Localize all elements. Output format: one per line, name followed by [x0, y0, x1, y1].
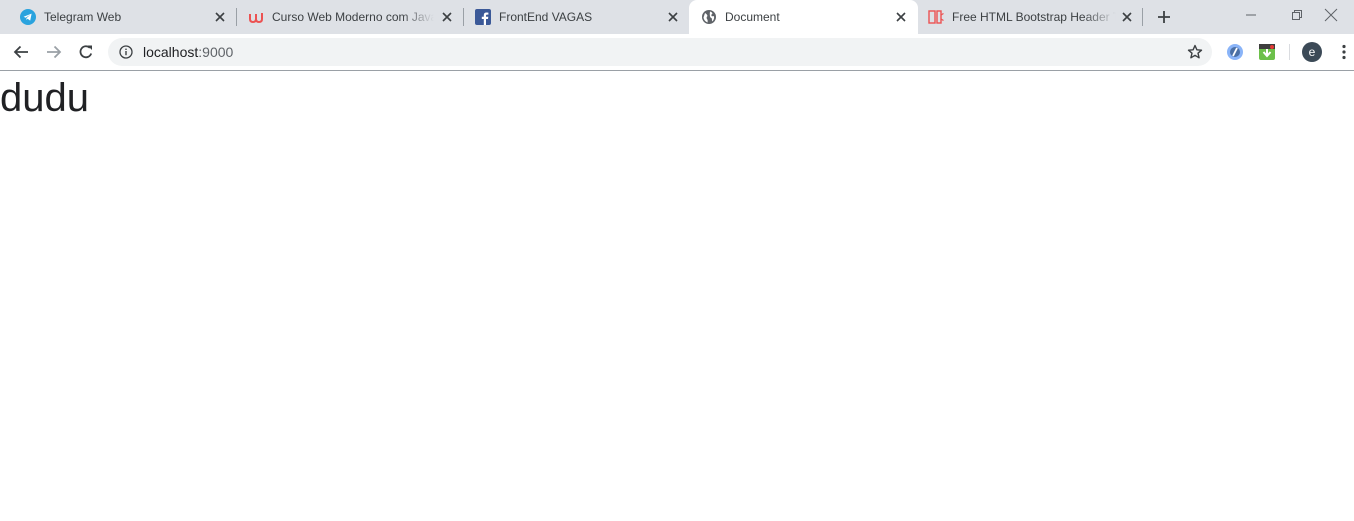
extension-blue-icon[interactable]	[1226, 43, 1244, 61]
window-close-button[interactable]	[1308, 0, 1354, 30]
back-button[interactable]	[7, 38, 35, 66]
url-port: :9000	[198, 44, 234, 60]
tab-facebook[interactable]: FrontEnd VAGAS	[463, 0, 689, 34]
close-icon[interactable]	[439, 9, 455, 25]
tab-templates[interactable]: Free HTML Bootstrap Header Templates	[918, 0, 1142, 34]
reload-icon	[79, 45, 93, 59]
url-host: localhost	[143, 44, 199, 60]
restore-icon	[1292, 10, 1302, 20]
address-bar[interactable]: localhost:9000	[108, 38, 1212, 66]
close-icon	[1324, 8, 1338, 22]
facebook-icon	[475, 9, 491, 25]
new-tab-button[interactable]	[1152, 5, 1176, 29]
tab-title: FrontEnd VAGAS	[499, 10, 593, 24]
close-icon[interactable]	[893, 9, 909, 25]
tab-title: Document	[725, 10, 780, 24]
toolbar-separator	[1289, 44, 1290, 60]
tab-separator	[1142, 8, 1143, 26]
udemy-icon	[248, 9, 264, 25]
browser-toolbar: localhost:9000 e	[0, 34, 1354, 71]
tab-telegram[interactable]: Telegram Web	[8, 0, 236, 34]
bookmark-star-icon[interactable]	[1186, 43, 1204, 61]
tab-strip: Telegram Web Curso Web Moderno com JavaS…	[0, 0, 1354, 34]
close-icon[interactable]	[212, 9, 228, 25]
telegram-icon	[20, 9, 36, 25]
address-url[interactable]: localhost:9000	[143, 38, 233, 66]
minimize-button[interactable]	[1228, 0, 1274, 30]
plus-icon	[1158, 11, 1170, 23]
extension-download-icon[interactable]	[1258, 43, 1276, 61]
globe-icon	[701, 9, 717, 25]
tab-title: Telegram Web	[44, 10, 122, 24]
arrow-left-icon	[13, 45, 28, 59]
close-icon[interactable]	[1119, 9, 1135, 25]
profile-avatar[interactable]: e	[1302, 42, 1322, 62]
page-viewport: dudu	[0, 71, 1354, 521]
close-icon[interactable]	[665, 9, 681, 25]
tab-udemy[interactable]: Curso Web Moderno com JavaScript	[236, 0, 463, 34]
tab-title: Free HTML Bootstrap Header Templates	[952, 10, 1116, 24]
reload-button[interactable]	[72, 38, 100, 66]
forward-button[interactable]	[40, 38, 68, 66]
template-icon	[928, 9, 944, 25]
menu-button[interactable]	[1336, 42, 1352, 62]
arrow-right-icon	[47, 45, 62, 59]
minimize-icon	[1246, 14, 1256, 16]
more-vert-icon	[1342, 44, 1346, 60]
tab-document[interactable]: Document	[689, 0, 918, 34]
site-info-icon[interactable]	[118, 44, 134, 60]
tab-title: Curso Web Moderno com JavaScript	[272, 10, 434, 24]
page-heading: dudu	[0, 76, 89, 120]
